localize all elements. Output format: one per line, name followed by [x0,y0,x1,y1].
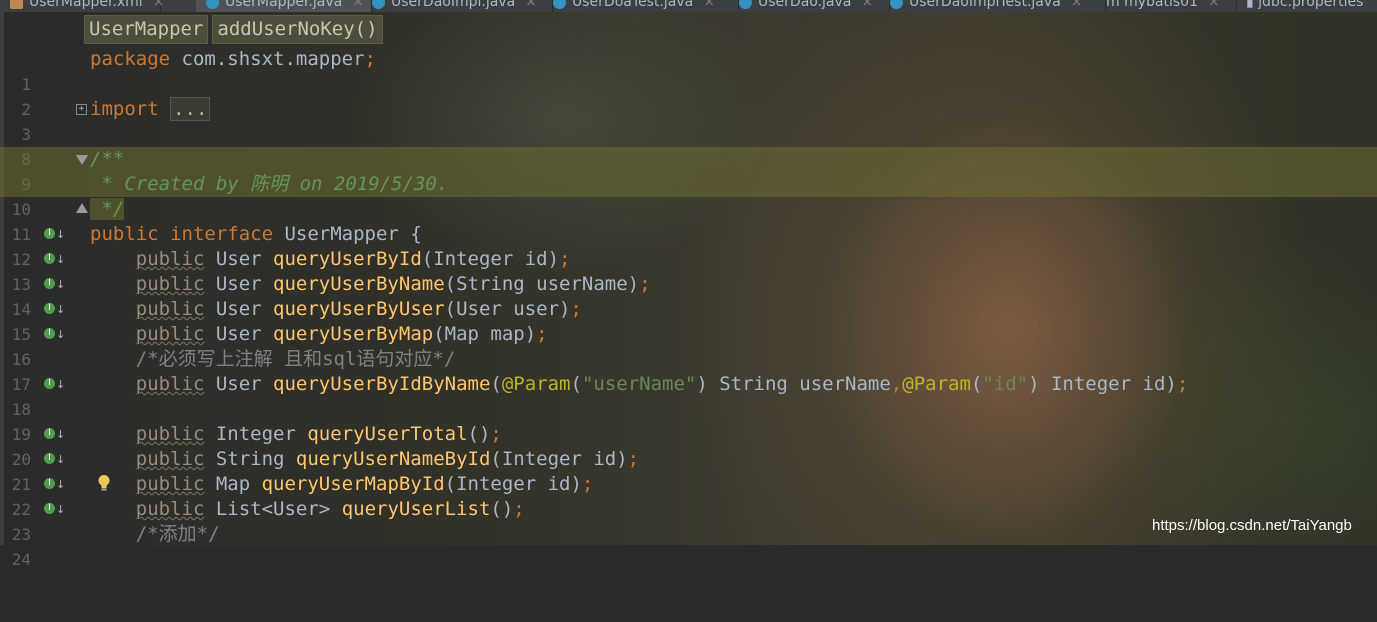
code-line: 1 package com.shsxt.mapper; [0,47,1377,94]
arrow-down-icon: ↓ [56,278,66,291]
implemented-method-icon[interactable]: I ↓ [44,503,66,517]
watermark: https://blog.csdn.net/TaiYangb [1152,517,1352,534]
implemented-method-icon[interactable]: I ↓ [44,478,66,492]
fold-icon[interactable] [76,155,88,165]
code-line: 2 [0,72,1377,119]
tab-usermapper-java[interactable]: UserMapper.java × [196,0,372,12]
arrow-down-icon: ↓ [56,503,66,516]
implemented-method-icon[interactable]: I ↓ [44,453,66,467]
arrow-down-icon: ↓ [56,428,66,441]
tab-mybatis01[interactable]: m mybatis01 × [1096,0,1237,12]
code-text: */ [90,198,125,220]
code-line: 11 */ [0,197,1377,244]
implemented-method-icon[interactable]: I ↓ [44,278,66,292]
close-icon[interactable]: × [861,0,873,10]
code-line: 10 * Created by 陈明 on 2019/5/30. [0,172,1377,219]
breadcrumb-method[interactable]: addUserNoKey() [212,15,383,44]
code-line: 13 I ↓ public User queryUserById(Integer … [0,247,1377,294]
code-line: 18 I ↓ public User queryUserByIdByName(@P… [0,372,1377,419]
code-text: /*必须写上注解 且和sql语句对应*/ [135,348,456,370]
close-icon[interactable]: × [1071,0,1083,10]
lightbulb-icon[interactable] [97,474,111,492]
implemented-method-icon[interactable]: I ↓ [44,228,66,242]
breadcrumb: UserMapper addUserNoKey() [84,15,387,44]
arrow-down-icon: ↓ [56,453,66,466]
tab-jdbc-properties[interactable]: ▮ jdbc.properties [1236,0,1377,12]
code-text: public User queryUserByName(String userN… [135,273,651,295]
close-icon[interactable]: × [1208,0,1220,10]
code-line: 12 I ↓ public interface UserMapper { [0,222,1377,269]
code-text: /*添加*/ [135,523,220,545]
implemented-method-icon[interactable]: I ↓ [44,378,66,392]
java-class-icon [372,0,385,9]
code-text: public Map queryUserMapById(Integer id); [135,473,594,495]
arrow-down-icon: ↓ [56,253,66,266]
code-editor[interactable]: 1 package com.shsxt.mapper; 2 3 + import… [0,47,1377,569]
code-line: 20 I ↓ public Integer queryUserTotal(); [0,422,1377,469]
code-line: 17 /*必须写上注解 且和sql语句对应*/ [0,347,1377,394]
code-text: public interface UserMapper { [90,223,422,245]
fold-icon[interactable]: + [76,104,87,115]
code-text: public User queryUserByIdByName(@Param("… [135,373,1189,395]
xml-file-icon [10,0,23,9]
properties-file-icon: ▮ [1246,0,1259,10]
code-line: 14 I ↓ public User queryUserByName(String… [0,272,1377,319]
code-line: 21 I ↓ public String queryUserNameById(In… [0,447,1377,494]
arrow-down-icon: ↓ [56,228,66,241]
code-text: /** [90,148,125,170]
fold-icon[interactable] [76,203,88,213]
code-text: * Created by 陈明 on 2019/5/30. [90,173,449,195]
close-icon[interactable]: × [703,0,715,10]
arrow-down-icon: ↓ [56,478,66,491]
code-text: public User queryUserById(Integer id); [135,248,571,270]
tab-userdoatest-java[interactable]: UserDoaTest.java × [543,0,739,12]
line-number: 24 [11,550,31,569]
breadcrumb-class[interactable]: UserMapper [84,15,209,44]
code-line: 3 + import ... [0,97,1377,144]
code-text: public User queryUserByUser(User user); [135,298,582,320]
code-line: 8 [0,122,1377,169]
arrow-down-icon: ↓ [56,378,66,391]
code-line: 22 I ↓ public Map queryUserMapById(Intege… [0,472,1377,519]
code-text: public User queryUserByMap(Map map); [135,323,548,345]
editor-tab-bar: UserMapper.xml × UserMapper.java × UserDao… [0,0,1377,12]
tab-usermapper-xml[interactable]: UserMapper.xml × [0,0,164,12]
code-text: import ... [90,97,211,122]
code-line: 9 /** [0,147,1377,194]
tab-userdaoimpltest-java[interactable]: UserDaoImplTest.java × [880,0,1106,12]
code-text: public Integer queryUserTotal(); [135,423,502,445]
code-text: package com.shsxt.mapper; [90,48,376,70]
close-icon[interactable]: × [525,0,537,10]
tab-userdao-java[interactable]: UserDao.java × [729,0,890,12]
code-text: public List<User> queryUserList(); [135,498,525,520]
code-text: public String queryUserNameById(Integer … [135,448,640,470]
code-line: 19 [0,397,1377,444]
implemented-method-icon[interactable]: I ↓ [44,303,66,317]
code-line: 16 I ↓ public User queryUserByMap(Map map… [0,322,1377,369]
module-icon: m [1106,0,1125,10]
implemented-method-icon[interactable]: I ↓ [44,428,66,442]
tab-userdaoimpl-java[interactable]: UserDaoImpl.java × [362,0,553,12]
implemented-method-icon[interactable]: I ↓ [44,328,66,342]
java-class-icon [553,0,566,9]
arrow-down-icon: ↓ [56,303,66,316]
arrow-down-icon: ↓ [56,328,66,341]
folded-imports[interactable]: ... [170,97,211,121]
java-class-icon [206,0,219,9]
code-line: 15 I ↓ public User queryUserByUser(User u… [0,297,1377,344]
java-interface-icon [739,0,752,9]
java-class-icon [890,0,903,9]
close-icon[interactable]: × [153,0,165,10]
implemented-method-icon[interactable]: I ↓ [44,253,66,267]
